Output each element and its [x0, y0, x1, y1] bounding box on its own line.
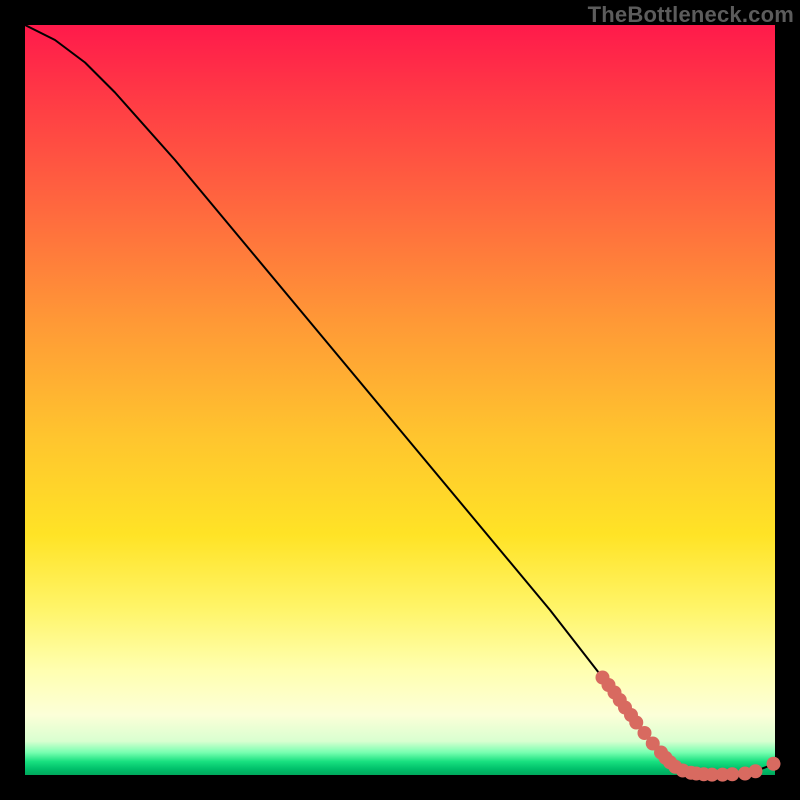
chart-svg	[25, 25, 775, 775]
plot-area	[25, 25, 775, 775]
dot	[749, 764, 763, 778]
bottleneck-curve	[25, 25, 775, 775]
chart-frame: TheBottleneck.com	[0, 0, 800, 800]
highlight-dots	[596, 671, 781, 782]
dot	[767, 757, 781, 771]
dot	[725, 767, 739, 781]
